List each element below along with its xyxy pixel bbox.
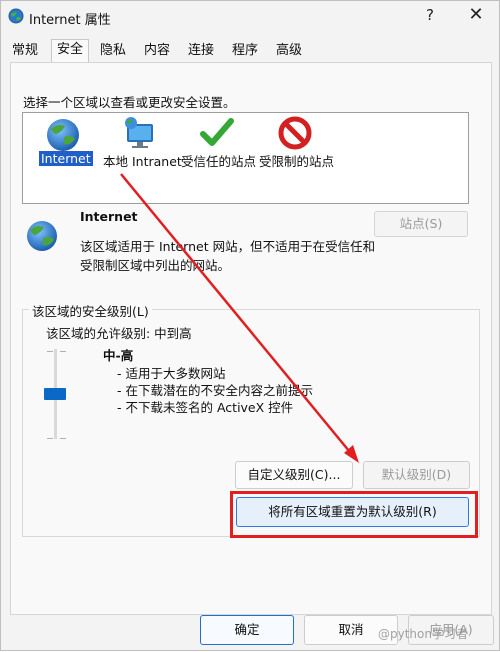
window-title: Internet 属性 (29, 13, 111, 28)
security-level-bullet: - 适用于大多数网站 (117, 366, 226, 381)
zone-info-description-line2: 受限制区域中列出的网站。 (80, 258, 231, 273)
tab-privacy[interactable]: 隐私 (95, 41, 131, 63)
custom-level-button[interactable]: 自定义级别(C)... (235, 461, 353, 489)
zone-item-trusted-sites[interactable]: 受信任的站点 (181, 113, 259, 173)
default-level-button[interactable]: 默认级别(D) (363, 461, 470, 489)
monitor-globe-icon (125, 117, 153, 148)
zone-label-trusted-sites: 受信任的站点 (181, 154, 257, 169)
slider-tick (47, 351, 53, 352)
internet-globe-icon (8, 8, 24, 24)
security-level-slider-thumb[interactable] (44, 388, 66, 400)
zone-item-local-intranet[interactable]: 本地 Intranet (103, 113, 182, 173)
internet-properties-dialog: Internet 属性 ? ✕ 常规 安全 隐私 内容 连接 程序 高级 选择一… (0, 0, 500, 651)
zone-info-description-line1: 该区域适用于 Internet 网站，但不适用于在受信任和 (80, 239, 376, 254)
security-level-bullets: - 适用于大多数网站 - 在下载潜在的不安全内容之前提示 - 不下载未签名的 A… (117, 365, 313, 416)
slider-tick (60, 438, 66, 439)
tab-content[interactable]: 内容 (139, 41, 175, 63)
red-highlight-box (230, 491, 478, 538)
security-level-bullet: - 在下载潜在的不安全内容之前提示 (117, 383, 313, 398)
zone-list: Internet 本地 Intranet 受信任的站点 受限制的站点 (22, 112, 469, 204)
help-button[interactable]: ? (421, 6, 439, 26)
title-bar: Internet 属性 ? ✕ (1, 1, 499, 33)
slider-tick (60, 351, 66, 352)
security-level-bullet: - 不下载未签名的 ActiveX 控件 (117, 400, 294, 415)
globe-icon (47, 119, 79, 151)
security-level-group-title: 该区域的安全级别(L) (29, 301, 152, 320)
tab-advanced[interactable]: 高级 (271, 41, 307, 63)
globe-icon (27, 221, 57, 251)
tab-strip: 常规 安全 隐私 内容 连接 程序 高级 (5, 39, 497, 63)
zone-label-local-intranet: 本地 Intranet (103, 154, 182, 169)
ok-button[interactable]: 确定 (200, 615, 294, 645)
allowed-levels-text: 该区域的允许级别: 中到高 (46, 326, 192, 341)
zone-instruction: 选择一个区域以查看或更改安全设置。 (23, 95, 236, 110)
tab-connections[interactable]: 连接 (183, 41, 219, 63)
watermark: @python学习者 (378, 627, 468, 641)
tab-security[interactable]: 安全 (51, 39, 89, 63)
sites-button[interactable]: 站点(S) (374, 211, 468, 237)
zone-item-restricted-sites[interactable]: 受限制的站点 (259, 113, 337, 173)
tab-general[interactable]: 常规 (7, 41, 43, 63)
zone-info-title: Internet (80, 209, 138, 224)
zone-item-internet[interactable]: Internet (37, 113, 97, 173)
zone-info-description: 该区域适用于 Internet 网站，但不适用于在受信任和 受限制区域中列出的网… (80, 237, 380, 275)
security-level-name: 中-高 (103, 348, 134, 363)
zone-label-internet: Internet (39, 151, 93, 166)
close-button[interactable]: ✕ (461, 4, 491, 28)
slider-tick (47, 438, 53, 439)
tab-programs[interactable]: 程序 (227, 41, 263, 63)
no-entry-icon (278, 116, 312, 150)
checkmark-icon (200, 118, 234, 146)
zone-label-restricted-sites: 受限制的站点 (259, 154, 335, 169)
